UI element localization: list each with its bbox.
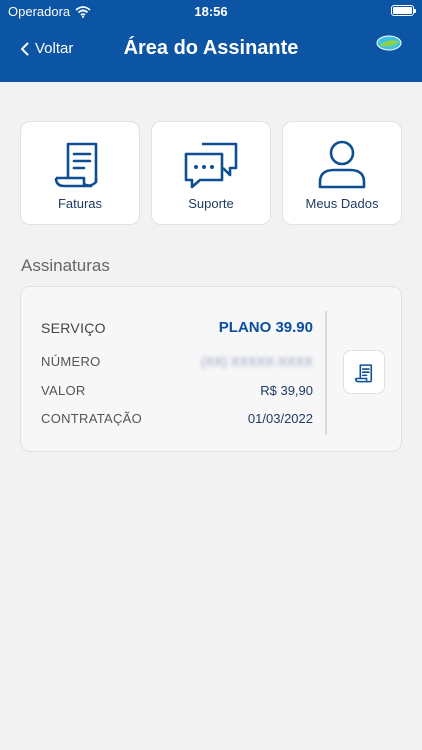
chat-bubbles-icon xyxy=(184,142,238,189)
tile-suporte[interactable]: Suporte xyxy=(151,121,271,225)
subscription-card: SERVIÇO PLANO 39.90 NÚMERO (XX) XXXXX-XX… xyxy=(20,286,402,452)
section-title: Assinaturas xyxy=(21,256,110,275)
invoice-button[interactable] xyxy=(343,350,385,394)
contract-label: CONTRATAÇÃO xyxy=(41,411,143,426)
service-label: SERVIÇO xyxy=(41,319,106,336)
value-value: R$ 39,90 xyxy=(260,383,313,398)
service-value: PLANO 39.90 xyxy=(218,319,313,336)
value-label: VALOR xyxy=(41,383,86,398)
battery-icon xyxy=(391,5,416,16)
status-bar: Operadora 18:56 xyxy=(0,0,422,22)
card-divider xyxy=(325,311,327,435)
number-row: NÚMERO (XX) XXXXX-XXXX xyxy=(41,354,313,369)
tile-meus-dados[interactable]: Meus Dados xyxy=(282,121,402,225)
page-title: Área do Assinante xyxy=(123,37,299,59)
value-row: VALOR R$ 39,90 xyxy=(41,383,313,398)
tile-suporte-label: Suporte xyxy=(188,196,234,211)
user-icon xyxy=(318,140,366,189)
tile-meus-dados-label: Meus Dados xyxy=(305,196,379,211)
service-row: SERVIÇO PLANO 39.90 xyxy=(41,319,313,336)
contract-row: CONTRATAÇÃO 01/03/2022 xyxy=(41,411,313,426)
infolic-logo xyxy=(376,35,402,51)
number-value: (XX) XXXXX-XXXX xyxy=(201,354,313,369)
tile-faturas[interactable]: Faturas xyxy=(20,121,140,225)
tile-faturas-label: Faturas xyxy=(57,196,103,211)
number-label: NÚMERO xyxy=(41,354,101,369)
header-bar: Operadora 18:56 Voltar Área do Assinante xyxy=(0,0,422,82)
receipt-icon xyxy=(354,364,373,383)
clock: 18:56 xyxy=(194,4,228,19)
contract-value: 01/03/2022 xyxy=(247,411,313,426)
receipt-icon xyxy=(54,142,98,188)
